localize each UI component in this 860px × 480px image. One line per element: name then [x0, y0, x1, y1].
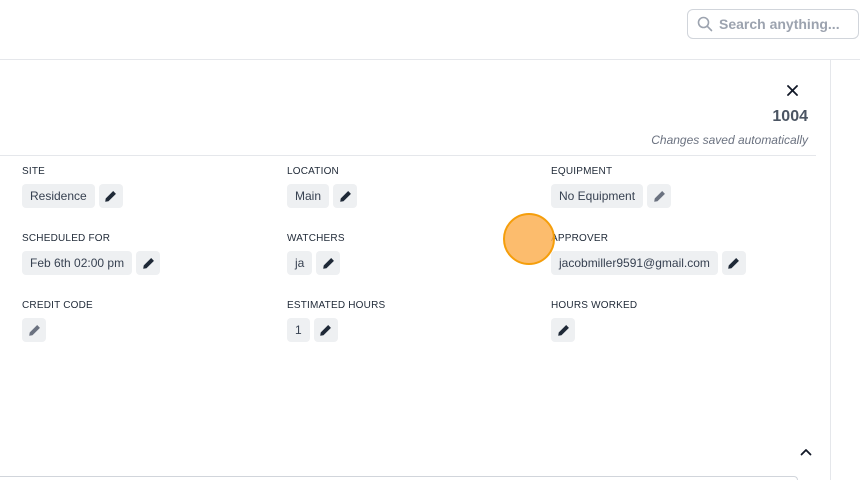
record-id: 1004 [772, 108, 808, 125]
field-label: EQUIPMENT [551, 166, 613, 177]
search-icon [697, 16, 713, 32]
field-label: HOURS WORKED [551, 300, 638, 311]
collapse-button[interactable] [797, 443, 815, 461]
close-icon [786, 84, 798, 96]
field-label: LOCATION [287, 166, 339, 177]
edit-hours-worked-button[interactable] [551, 318, 575, 342]
field-approver: APPROVER jacobmiller9591@gmail.com [551, 233, 746, 275]
field-label: CREDIT CODE [22, 300, 93, 311]
edit-credit-code-button[interactable] [22, 318, 46, 342]
pencil-icon [653, 190, 665, 202]
equipment-value: No Equipment [551, 184, 644, 208]
pencil-icon [105, 190, 117, 202]
edit-site-button[interactable] [98, 184, 123, 208]
field-label: SITE [22, 166, 46, 177]
approver-value: jacobmiller9591@gmail.com [551, 251, 718, 275]
pencil-icon [323, 257, 334, 269]
estimated-hours-value: 1 [287, 318, 310, 342]
field-hours-worked: HOURS WORKED [551, 300, 637, 342]
search-input[interactable] [719, 16, 849, 32]
scheduled-for-value: Feb 6th 02:00 pm [22, 251, 133, 275]
field-estimated-hours: ESTIMATED HOURS 1 [287, 300, 385, 342]
pencil-icon [142, 257, 154, 269]
pencil-icon [28, 324, 40, 336]
pencil-icon [728, 257, 740, 269]
field-label: APPROVER [551, 233, 609, 244]
close-button[interactable] [782, 80, 802, 100]
edit-watchers-button[interactable] [316, 251, 341, 275]
edit-estimated-hours-button[interactable] [313, 318, 338, 342]
field-label: WATCHERS [287, 233, 345, 244]
edit-scheduled-for-button[interactable] [136, 251, 161, 275]
site-value: Residence [22, 184, 95, 208]
field-scheduled-for: SCHEDULED FOR Feb 6th 02:00 pm [22, 233, 161, 275]
header-divider [0, 155, 816, 156]
field-location: LOCATION Main [287, 166, 358, 208]
field-label: ESTIMATED HOURS [287, 300, 386, 311]
search-box[interactable] [687, 9, 859, 39]
pencil-icon [320, 324, 332, 336]
edit-equipment-button[interactable] [647, 184, 672, 208]
pencil-icon [339, 190, 351, 202]
location-value: Main [287, 184, 330, 208]
cursor-indicator [503, 213, 555, 265]
chevron-up-icon [800, 449, 812, 456]
save-status: Changes saved automatically [651, 133, 808, 147]
field-watchers: WATCHERS ja [287, 233, 345, 275]
pencil-icon [557, 324, 569, 336]
field-equipment: EQUIPMENT No Equipment [551, 166, 672, 208]
field-site: SITE Residence [22, 166, 123, 208]
bottom-panel-edge [0, 476, 798, 480]
field-label: SCHEDULED FOR [22, 233, 111, 244]
field-credit-code: CREDIT CODE [22, 300, 93, 342]
top-bar [0, 0, 860, 60]
edit-location-button[interactable] [333, 184, 358, 208]
scrollbar-track [830, 60, 831, 480]
edit-approver-button[interactable] [721, 251, 746, 275]
watcher-chip: ja [287, 251, 313, 275]
